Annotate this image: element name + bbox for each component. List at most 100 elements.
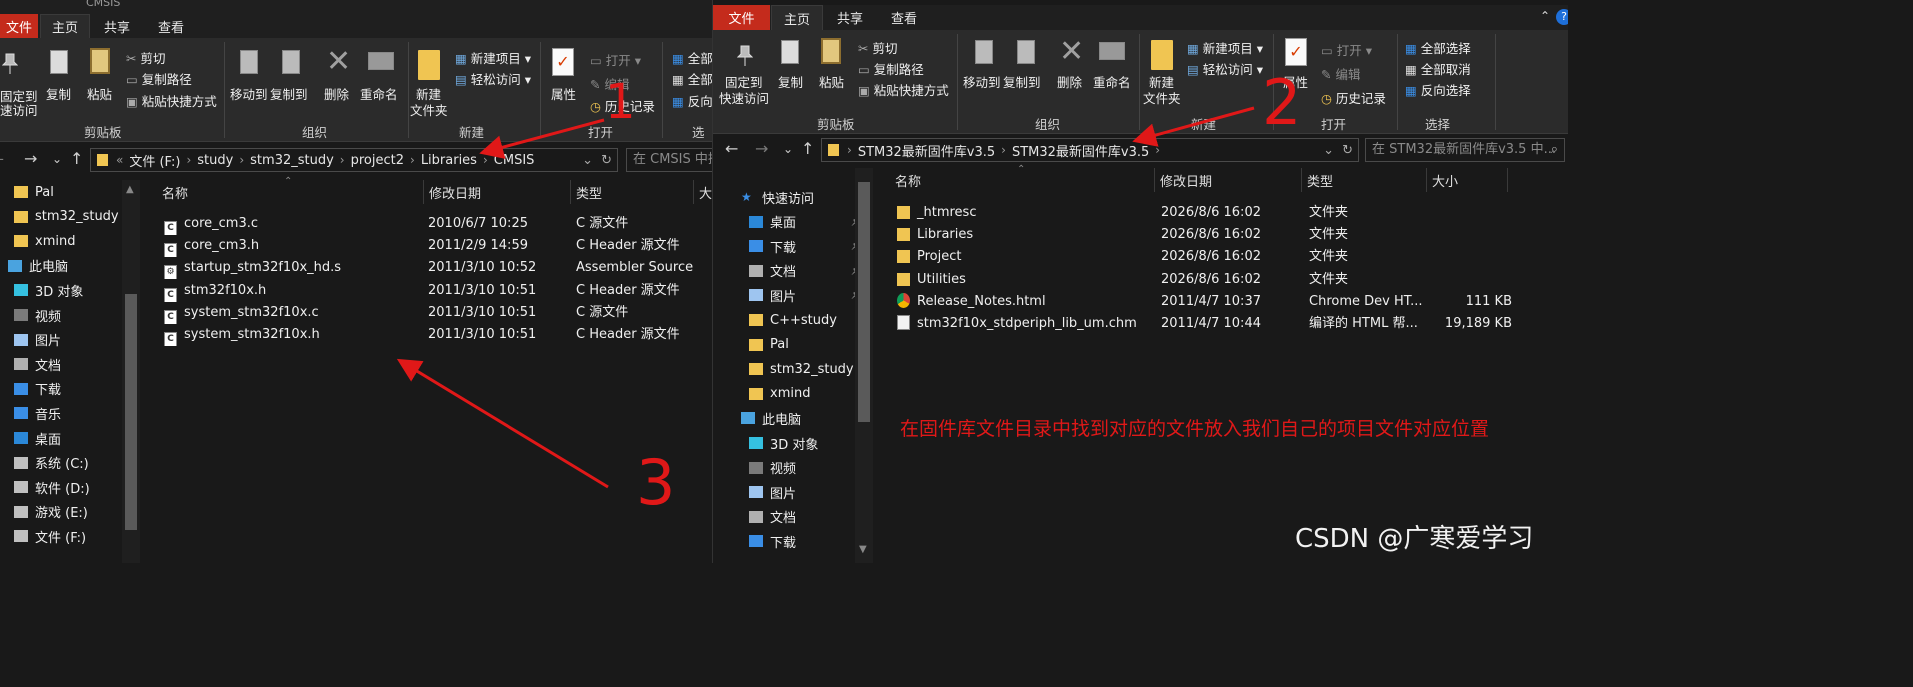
nav-item[interactable]: 视频 [14, 304, 61, 326]
nav-item[interactable]: 桌面 [14, 427, 61, 449]
breadcrumb-firmware-root[interactable]: STM32最新固件库v3.5 [858, 141, 995, 160]
scroll-down-icon[interactable]: ▼ [859, 544, 867, 555]
cut-button[interactable]: ✂ 剪切 [858, 38, 897, 57]
search-input[interactable]: 在 STM32最新固件库v3.5 中... ⌕ [1365, 138, 1565, 162]
back-button[interactable]: – [0, 149, 4, 168]
address-dropdown-icon[interactable]: ⌄ [582, 153, 593, 168]
edit-button[interactable]: ✎ 编辑 [1321, 64, 1360, 83]
column-header-size[interactable]: 大小 [1426, 168, 1508, 192]
select-all-button[interactable]: ▦ 全部选择 [1405, 38, 1471, 57]
nav-item[interactable]: Pal [749, 334, 789, 356]
pin-quick-access-label-2[interactable]: 速访问 [0, 100, 38, 119]
tab-view[interactable]: 查看 [146, 14, 196, 38]
address-bar[interactable]: › STM32最新固件库v3.5 › STM32最新固件库v3.5 › ⌄ ↻ [821, 138, 1359, 162]
up-button[interactable]: ↑ [801, 139, 814, 158]
nav-item[interactable]: C++study [749, 309, 837, 331]
open-button[interactable]: ▭ 打开 ▾ [590, 50, 641, 69]
column-header-date[interactable]: 修改日期 [1154, 168, 1302, 192]
nav-item[interactable]: 下载 [749, 530, 796, 552]
nav-item[interactable]: 此电脑 [8, 255, 68, 277]
nav-item[interactable]: 视频 [749, 457, 796, 479]
column-header-size[interactable]: 大 [693, 180, 712, 204]
breadcrumb-project2[interactable]: project2 [351, 153, 404, 168]
file-row[interactable]: Utilities 2026/8/6 16:02 文件夹 [875, 269, 1568, 291]
nav-item[interactable]: 此电脑 [741, 407, 801, 429]
nav-scrollbar-thumb[interactable] [125, 294, 137, 530]
open-button[interactable]: ▭ 打开 ▾ [1321, 40, 1372, 59]
file-row[interactable]: Csystem_stm32f10x.c 2011/3/10 10:51 C 源文件 [142, 302, 712, 324]
scroll-up-icon[interactable]: ▲ [126, 184, 134, 195]
select-none-button[interactable]: ▦ 全部 [672, 69, 712, 88]
tab-file[interactable]: 文件 [713, 5, 770, 30]
invert-selection-button[interactable]: ▦ 反向 [672, 91, 712, 110]
new-item-button[interactable]: ▦ 新建项目 ▾ [455, 48, 531, 67]
file-row[interactable]: Release_Notes.html 2011/4/7 10:37 Chrome D… [875, 291, 1568, 313]
nav-item[interactable]: 桌面📌 [749, 211, 862, 233]
easy-access-button[interactable]: ▤ 轻松访问 ▾ [455, 69, 531, 88]
new-item-button[interactable]: ▦ 新建项目 ▾ [1187, 38, 1263, 57]
breadcrumb-drive[interactable]: 文件 (F:) [129, 151, 180, 170]
recent-locations-button[interactable]: ⌄ [52, 152, 62, 166]
select-all-button[interactable]: ▦ 全部 [672, 48, 712, 67]
address-bar[interactable]: « 文件 (F:) › study › stm32_study › project2 ›… [90, 148, 618, 172]
cut-button[interactable]: ✂ 剪切 [126, 48, 165, 67]
nav-item[interactable]: 软件 (D:) [14, 476, 90, 498]
nav-item[interactable]: xmind [14, 230, 75, 252]
paste-shortcut-button[interactable]: ▣ 粘贴快捷方式 [858, 80, 949, 99]
delete-button[interactable]: 删除 [1057, 72, 1082, 91]
nav-item[interactable]: 3D 对象 [14, 279, 83, 301]
breadcrumb-cmsis[interactable]: CMSIS [494, 153, 535, 168]
help-icon[interactable]: ? [1556, 9, 1568, 25]
column-header-type[interactable]: 类型 [570, 180, 694, 204]
tab-home[interactable]: 主页 [771, 5, 823, 30]
nav-item[interactable]: 图片📌 [749, 284, 862, 306]
up-button[interactable]: ↑ [70, 149, 83, 168]
move-to-button[interactable]: 移动到 [230, 84, 268, 103]
overflow-chevron-icon[interactable]: « [116, 153, 123, 167]
breadcrumb-study[interactable]: study [197, 153, 233, 168]
nav-item[interactable]: 音乐 [14, 402, 61, 424]
nav-item[interactable]: 图片 [749, 481, 796, 503]
nav-item[interactable]: Pal [14, 181, 54, 203]
nav-item[interactable]: xmind [749, 383, 810, 405]
refresh-icon[interactable]: ↻ [601, 153, 612, 168]
rename-button[interactable]: 重命名 [360, 84, 398, 103]
file-row[interactable]: Ccore_cm3.c 2010/6/7 10:25 C 源文件 [142, 213, 712, 235]
paste-shortcut-button[interactable]: ▣ 粘贴快捷方式 [126, 91, 217, 110]
nav-item[interactable]: stm32_study [749, 358, 854, 380]
easy-access-button[interactable]: ▤ 轻松访问 ▾ [1187, 59, 1263, 78]
file-row[interactable]: _htmresc 2026/8/6 16:02 文件夹 [875, 202, 1568, 224]
copy-to-button[interactable]: 复制到 [1003, 72, 1041, 91]
file-row[interactable]: Libraries 2026/8/6 16:02 文件夹 [875, 224, 1568, 246]
forward-button[interactable]: → [755, 139, 768, 158]
copy-button[interactable]: 复制 [778, 72, 803, 91]
file-row[interactable]: Cstm32f10x.h 2011/3/10 10:51 C Header 源文件 [142, 280, 712, 302]
nav-item[interactable]: stm32_study [14, 206, 119, 228]
collapse-ribbon-icon[interactable]: ⌃ [1540, 9, 1550, 23]
nav-item[interactable]: ★ 快速访问 [741, 186, 814, 208]
nav-scrollbar-thumb[interactable] [858, 182, 870, 422]
copy-to-button[interactable]: 复制到 [270, 84, 308, 103]
nav-item[interactable]: 系统 (C:) [14, 452, 89, 474]
file-row[interactable]: Ccore_cm3.h 2011/2/9 14:59 C Header 源文件 [142, 235, 712, 258]
recent-locations-button[interactable]: ⌄ [783, 142, 793, 156]
tab-file[interactable]: 文件 [0, 14, 38, 38]
paste-button[interactable]: 粘贴 [819, 72, 844, 91]
nav-item[interactable]: 文档📌 [749, 260, 862, 282]
nav-scrollbar[interactable]: ▲ [122, 180, 140, 563]
file-row[interactable]: ⚙ startup_stm32f10x_hd.s 2011/3/10 10:52 As… [142, 257, 712, 280]
column-header-date[interactable]: 修改日期 [423, 180, 571, 204]
new-folder-label-2[interactable]: 文件夹 [410, 100, 448, 119]
back-button[interactable]: ← [725, 139, 738, 158]
copy-button[interactable]: 复制 [46, 84, 71, 103]
file-row[interactable]: Csystem_stm32f10x.h 2011/3/10 10:51 C Head… [142, 324, 712, 346]
nav-item[interactable]: 下载📌 [749, 235, 862, 257]
select-none-button[interactable]: ▦ 全部取消 [1405, 59, 1471, 78]
nav-item[interactable]: 游戏 (E:) [14, 501, 88, 523]
properties-button[interactable]: 属性 [551, 84, 576, 103]
nav-scrollbar[interactable]: ▼ [855, 168, 873, 563]
file-row[interactable]: Project 2026/8/6 16:02 文件夹 [875, 246, 1568, 268]
tab-share[interactable]: 共享 [92, 14, 142, 38]
address-dropdown-icon[interactable]: ⌄ [1323, 143, 1334, 158]
column-header-name[interactable]: 名称 [156, 180, 424, 204]
